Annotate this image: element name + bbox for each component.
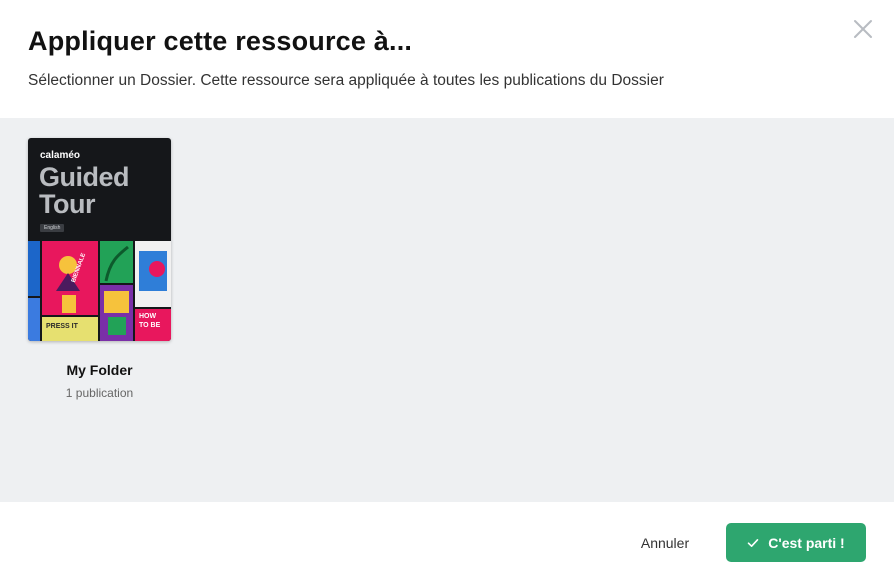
confirm-button-label: C'est parti !: [768, 534, 845, 551]
dialog-title: Appliquer cette ressource à...: [28, 26, 413, 56]
confirm-button[interactable]: C'est parti !: [726, 523, 866, 562]
thumbnail-tile: [100, 241, 133, 283]
dialog-header: Appliquer cette ressource à... Sélection…: [0, 0, 894, 118]
thumbnail-tile: [100, 285, 133, 341]
close-button[interactable]: [852, 18, 874, 40]
folder-list-area: calaméo Guided Tour English BIENNALE PRE…: [0, 118, 894, 502]
dialog-subtitle: Sélectionner un Dossier. Cette ressource…: [28, 72, 664, 89]
folder-name: My Folder: [66, 362, 133, 378]
thumbnail-tile: PRESS IT: [42, 317, 98, 341]
apply-resource-dialog: Appliquer cette ressource à... Sélection…: [0, 0, 894, 583]
close-icon: [854, 20, 872, 38]
folder-publication-count: 1 publication: [65, 386, 134, 400]
folder-thumbnail: calaméo Guided Tour English BIENNALE PRE…: [28, 138, 171, 341]
dialog-footer: Annuler C'est parti !: [0, 502, 894, 583]
thumbnail-tile: [135, 241, 171, 307]
thumbnail-brand: calaméo: [40, 150, 81, 161]
thumbnail-tile: BIENNALE: [42, 241, 98, 315]
thumbnail-tile: [28, 241, 40, 296]
check-icon: [747, 538, 759, 547]
thumbnail-tile: [28, 298, 40, 341]
thumbnail-title: Guided Tour: [39, 162, 130, 219]
thumbnail-language-tag: English: [40, 224, 65, 232]
cancel-button[interactable]: Annuler: [624, 524, 706, 562]
thumbnail-tile: HOW TO BE: [135, 309, 171, 341]
